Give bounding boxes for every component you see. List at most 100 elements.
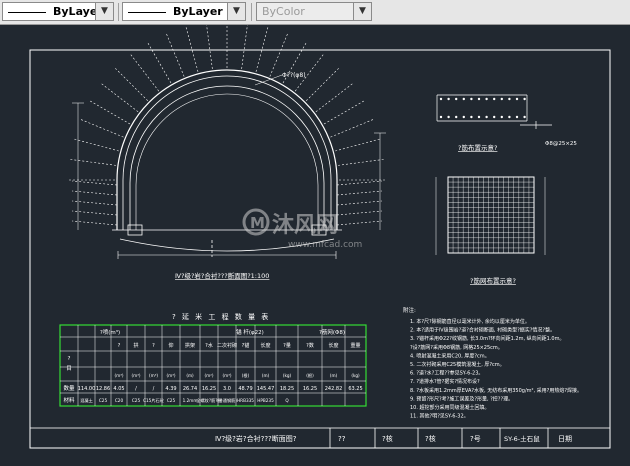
rock-bolt — [269, 32, 289, 77]
table-unit: (根) — [242, 372, 250, 379]
toolbar-separator — [118, 3, 119, 21]
anchor-dot — [470, 115, 473, 119]
note-line: 3. ?锚杆采用Φ22?纹钢筋, 长3.0m?环向间距1.2m, 纵向间距1.0… — [410, 335, 564, 342]
anchor-dot — [470, 97, 473, 101]
table-unit: (m²) — [204, 373, 213, 378]
table-subheader: ? — [152, 343, 155, 349]
note-line: 5. 二次衬砌采用C25模筑混凝土, 厚?cm。 — [410, 361, 505, 368]
lineweight-preview — [128, 12, 166, 13]
note-line: ?设?筋网?采用Φ8钢筋, 网格25×25cm。 — [410, 344, 503, 351]
anchor-dot — [500, 97, 503, 101]
watermark-url: www.mfcad.com — [288, 240, 362, 250]
rock-bolt — [336, 190, 383, 196]
table-subheader: 重量 — [350, 342, 360, 349]
mesh-grid — [447, 176, 535, 254]
table-unit: (m) — [262, 373, 270, 378]
anchor-dot — [485, 115, 488, 119]
title-block-cell: ?核 — [382, 434, 393, 443]
table-cell: / — [135, 386, 137, 392]
anchor-dot — [485, 97, 488, 101]
anchor-dot — [455, 115, 458, 119]
rock-bolt — [185, 25, 199, 72]
table-material: 混凝土 — [80, 397, 93, 404]
anchor-dot — [439, 115, 443, 119]
notes-header: 附注: — [403, 306, 416, 314]
linetype-dropdown[interactable]: ByLayer ▼ — [2, 2, 114, 21]
table-subheader: 拱 — [133, 342, 138, 349]
properties-toolbar: ByLayer ▼ ByLayer ▼ ByColor ▼ — [0, 0, 630, 25]
table-unit: (m) — [330, 373, 338, 378]
note-line: 6. ?道?水?工程??参见SY-6-23。 — [410, 370, 483, 377]
anchor-dot — [447, 115, 450, 119]
table-subheader: 长度 — [328, 342, 338, 349]
lineweight-value: ByLayer — [173, 5, 223, 18]
anchor-dot — [455, 97, 458, 101]
rock-bolt — [71, 200, 118, 206]
table-unit: (m³) — [114, 373, 123, 378]
anchor-dot — [500, 115, 503, 119]
rock-bolt — [330, 118, 375, 138]
rock-bolt — [129, 52, 160, 92]
note-line: 1. 本?尺?除钢筋直径以毫米计外, 余均以厘米为单位。 — [410, 318, 530, 325]
mesh-outline — [447, 176, 535, 254]
table-unit: (kg) — [351, 373, 360, 378]
quantity-table: ?喷(m³) 锚 杆(φ22) ?筋网(Φ8)? 目? 拱? 仰 拱架 ?水 二次衬砌 ?锚 长度?… — [59, 324, 367, 407]
dim-callout: Φ??(φ8) — [282, 72, 306, 79]
table-unit: (m³) — [149, 373, 158, 378]
anchor-dot — [515, 115, 519, 119]
chevron-down-icon[interactable]: ▼ — [95, 3, 113, 20]
table-header: 锚 杆(φ22) — [236, 328, 264, 336]
lineweight-dropdown[interactable]: ByLayer ▼ — [122, 2, 246, 21]
table-subheader: 二次衬砌 — [217, 342, 237, 349]
rock-bolt — [146, 41, 172, 84]
anchor-dot — [462, 97, 465, 101]
table-cell: 26.74 — [183, 386, 197, 392]
table-header: ?喷(m³) — [100, 328, 120, 336]
table-subheader: ?数 — [306, 342, 314, 349]
note-line: 4. 喷射混凝土采用C20, 厚度?cm。 — [410, 352, 490, 359]
anchor-dot — [462, 115, 465, 119]
detail1-title: ?筋布置示意? — [458, 143, 497, 152]
rock-bolt — [99, 82, 139, 113]
table-cell: 4.05 — [113, 386, 124, 392]
drawing-canvas[interactable]: Φ??(φ8) Ⅳ?级?岩?合衬???断面图?1:100 Φ8@25×25 ?筋… — [0, 25, 630, 466]
rock-bolt — [206, 25, 213, 69]
table-material: C15片石砼 — [143, 397, 165, 404]
title-block-cell: ?核 — [425, 434, 436, 443]
table-cell: 48.79 — [238, 386, 252, 392]
table-cell: 63.25 — [348, 386, 362, 392]
watermark: M 沐风网 www.mfcad.com — [242, 208, 362, 250]
table-unit: (kg) — [283, 373, 292, 378]
table-subheader: ?水 — [205, 342, 213, 349]
notes-list: 1. 本?尺?除钢筋直径以毫米计外, 余均以厘米为单位。 2. 本?适用于Ⅳ级围岩… — [410, 318, 582, 420]
anchor-dot — [439, 97, 443, 101]
anchor-dot — [477, 115, 481, 119]
note-line: 2. 本?适用于Ⅳ级围岩?道?合衬砌断面, 衬砌类型?据实?情况?整。 — [410, 327, 555, 334]
linetype-preview — [8, 12, 46, 13]
table-material: Q — [285, 398, 289, 403]
table-cell: 12.86 — [96, 386, 110, 392]
table-subheader: 仰 — [168, 342, 173, 349]
anchor-dot — [508, 115, 511, 119]
table-cell: / — [153, 386, 155, 392]
rock-bolt — [255, 25, 269, 72]
table-cell: 16.25 — [202, 386, 216, 392]
rock-bolt — [113, 66, 149, 102]
rock-bolt — [336, 220, 383, 226]
note-line: 9. 预留?形尺?考?施工误差及?形量, ?控??理。 — [410, 395, 513, 402]
rock-bolt — [88, 99, 131, 125]
rock-bolt — [71, 210, 118, 216]
title-block-cell: 日期 — [558, 435, 572, 443]
table-subheader: ?锚 — [242, 342, 250, 349]
table-subheader: ?量 — [283, 342, 291, 349]
detail2-title: ?筋网布置示意? — [470, 276, 516, 285]
chevron-down-icon[interactable]: ▼ — [227, 3, 245, 20]
anchor-dot — [493, 97, 496, 101]
rock-bolt — [72, 138, 119, 152]
table-cell: 3.0 — [223, 386, 231, 392]
dimension-lines — [72, 74, 386, 230]
rock-bolt — [241, 25, 248, 69]
table-unit: (m³) — [131, 373, 140, 378]
anchor-dot — [447, 97, 450, 101]
table-subheader: 拱架 — [185, 342, 195, 349]
